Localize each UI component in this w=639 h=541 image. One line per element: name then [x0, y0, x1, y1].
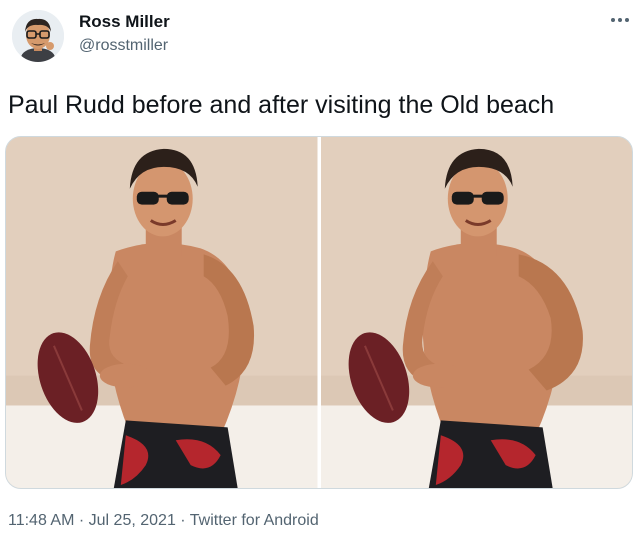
tweet-media	[5, 136, 633, 489]
more-options-icon[interactable]	[606, 8, 634, 32]
tweet-source[interactable]: Twitter for Android	[190, 512, 319, 529]
author-handle[interactable]: @rosstmiller	[79, 37, 168, 55]
memoji-avatar-icon	[12, 10, 64, 62]
tweet-text: Paul Rudd before and after visiting the …	[8, 91, 555, 119]
photo-before[interactable]	[6, 137, 318, 488]
tweet-meta: 11:48 AM · Jul 25, 2021 · Twitter for An…	[8, 512, 319, 530]
meta-separator: ·	[78, 512, 85, 529]
meta-separator: ·	[180, 512, 186, 529]
tweet-time[interactable]: 11:48 AM	[8, 512, 74, 529]
author-name[interactable]: Ross Miller	[79, 12, 170, 32]
author-avatar[interactable]	[12, 10, 64, 62]
beach-photo-image	[320, 137, 632, 488]
tweet-header: Ross Miller @rosstmiller	[0, 0, 639, 70]
photo-after[interactable]	[320, 137, 632, 488]
beach-photo-image	[6, 137, 318, 488]
tweet-date[interactable]: Jul 25, 2021	[89, 512, 176, 529]
